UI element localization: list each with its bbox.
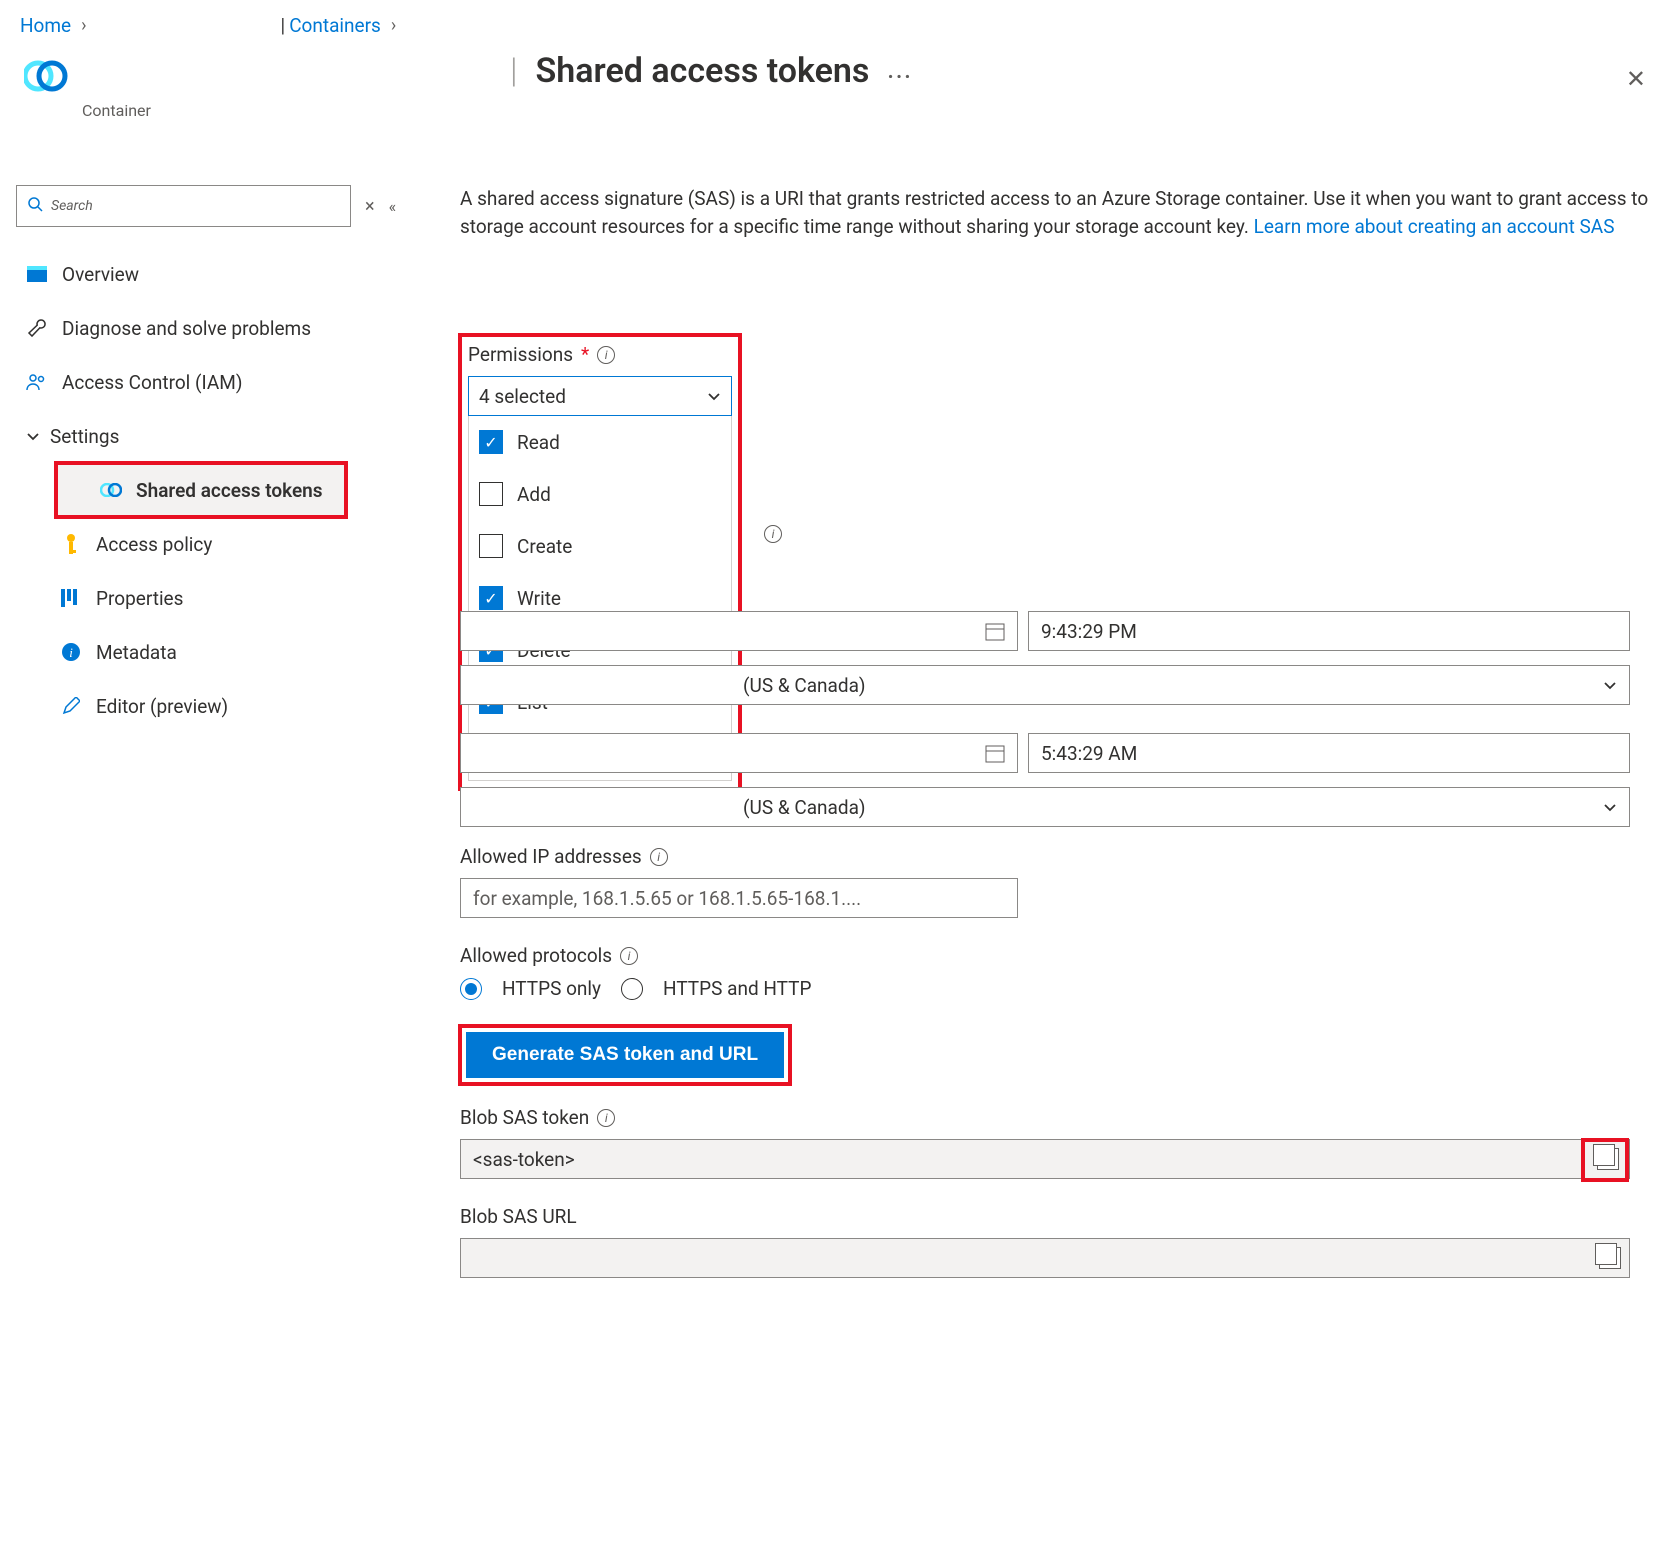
radio-https-only-label: HTTPS only — [502, 977, 601, 1000]
copy-icon[interactable] — [1597, 1148, 1619, 1170]
perm-option-read[interactable]: ✓ Read — [469, 416, 731, 468]
pencil-icon — [60, 697, 82, 715]
sas-token-output[interactable]: <sas-token> — [460, 1139, 1630, 1179]
link-icon — [100, 483, 122, 497]
container-icon — [24, 59, 68, 93]
permissions-options: ✓ Read Add Create ✓ Write — [468, 416, 732, 781]
allowed-ip-input[interactable]: for example, 168.1.5.65 or 168.1.5.65-16… — [460, 878, 1018, 918]
end-datetime-row: 5:43:29 AM — [460, 733, 1652, 773]
sidebar-item-properties[interactable]: Properties — [16, 571, 460, 625]
close-icon[interactable]: ✕ — [1626, 65, 1646, 93]
search-input[interactable]: Search — [16, 185, 351, 227]
allowed-protocols-label: Allowed protocols i — [460, 944, 1652, 967]
info-icon: i — [60, 642, 82, 662]
search-icon — [27, 196, 43, 216]
end-timezone-select[interactable]: (US & Canada) — [460, 787, 1630, 827]
required-star-icon: * — [581, 343, 589, 366]
breadcrumb-home[interactable]: Home — [20, 14, 71, 37]
info-icon[interactable]: i — [597, 1109, 615, 1127]
wrench-icon — [26, 318, 48, 338]
people-icon — [26, 373, 48, 391]
sidebar-item-metadata[interactable]: i Metadata — [16, 625, 460, 679]
info-icon[interactable]: i — [764, 525, 782, 543]
chevron-down-icon — [1603, 800, 1617, 814]
intro-text: A shared access signature (SAS) is a URI… — [460, 185, 1652, 240]
sidebar-group-settings[interactable]: Settings — [16, 409, 460, 463]
radio-https-only[interactable] — [460, 978, 482, 1000]
sidebar-item-sas[interactable]: Shared access tokens — [56, 463, 346, 517]
perm-option-create[interactable]: Create — [469, 520, 731, 572]
svg-text:i: i — [69, 645, 73, 660]
sidebar-item-label: Metadata — [96, 641, 177, 664]
page-title: | Shared access tokens ··· — [510, 51, 913, 91]
sidebar-item-diagnose[interactable]: Diagnose and solve problems — [16, 301, 460, 355]
sidebar-item-label: Diagnose and solve problems — [62, 317, 311, 340]
collapse-sidebar-icon[interactable]: « — [389, 197, 397, 216]
permissions-section: Permissions * i 4 selected ✓ Read Add — [460, 335, 740, 789]
sas-url-output[interactable] — [460, 1238, 1630, 1278]
sidebar-item-label: Shared access tokens — [136, 479, 323, 502]
page-header: Container | Shared access tokens ··· ✕ — [0, 51, 1676, 141]
breadcrumb-sep: | — [281, 14, 286, 37]
end-date-input[interactable] — [460, 733, 1018, 773]
checkbox-icon: ✓ — [479, 586, 503, 610]
copy-highlight — [1583, 1140, 1627, 1180]
info-icon[interactable]: i — [620, 947, 638, 965]
start-datetime-row: 9:43:29 PM — [460, 611, 1652, 651]
end-time-input[interactable]: 5:43:29 AM — [1028, 733, 1630, 773]
header-subtitle: Container — [82, 101, 151, 120]
allowed-ip-label: Allowed IP addresses i — [460, 845, 1652, 868]
perm-option-add[interactable]: Add — [469, 468, 731, 520]
overview-icon — [26, 266, 48, 282]
calendar-icon — [985, 743, 1005, 763]
info-icon[interactable]: i — [597, 346, 615, 364]
sidebar-item-overview[interactable]: Overview — [16, 247, 460, 301]
permissions-label: Permissions * i — [468, 343, 732, 366]
chevron-down-icon — [1603, 678, 1617, 692]
main-content: A shared access signature (SAS) is a URI… — [460, 185, 1676, 1308]
start-date-input[interactable] — [460, 611, 1018, 651]
sidebar-item-editor[interactable]: Editor (preview) — [16, 679, 460, 733]
clear-search-icon[interactable]: × — [365, 196, 375, 217]
search-placeholder: Search — [51, 198, 93, 214]
chevron-down-icon — [26, 425, 40, 448]
copy-icon[interactable] — [1599, 1247, 1621, 1269]
radio-https-and-http[interactable] — [621, 978, 643, 1000]
info-icon[interactable]: i — [650, 848, 668, 866]
sidebar-item-iam[interactable]: Access Control (IAM) — [16, 355, 460, 409]
generate-sas-button[interactable]: Generate SAS token and URL — [466, 1032, 784, 1078]
properties-icon — [60, 589, 82, 607]
sas-url-label: Blob SAS URL — [460, 1205, 1652, 1228]
more-menu-icon[interactable]: ··· — [887, 53, 912, 90]
key-icon — [60, 533, 82, 555]
sidebar-item-policy[interactable]: Access policy — [16, 517, 460, 571]
checkbox-icon: ✓ — [479, 430, 503, 454]
permissions-dropdown[interactable]: 4 selected — [468, 376, 732, 416]
sidebar: Search × « Overview Diagnose and solve p… — [0, 185, 460, 1308]
generate-button-highlight: Generate SAS token and URL — [460, 1026, 790, 1084]
permissions-selected-text: 4 selected — [479, 385, 566, 408]
chevron-right-icon: › — [81, 15, 86, 36]
sidebar-item-label: Settings — [50, 425, 119, 448]
checkbox-icon — [479, 482, 503, 506]
breadcrumb: Home › | Containers › — [0, 0, 1676, 47]
start-timezone-select[interactable]: (US & Canada) — [460, 665, 1630, 705]
calendar-icon — [985, 621, 1005, 641]
radio-https-and-http-label: HTTPS and HTTP — [663, 977, 811, 1000]
sidebar-item-label: Editor (preview) — [96, 695, 228, 718]
sidebar-item-label: Properties — [96, 587, 183, 610]
start-time-input[interactable]: 9:43:29 PM — [1028, 611, 1630, 651]
chevron-down-icon — [707, 389, 721, 403]
learn-more-link[interactable]: Learn more about creating an account SAS — [1254, 215, 1615, 238]
sas-token-label: Blob SAS token i — [460, 1106, 1652, 1129]
sidebar-item-label: Access Control (IAM) — [62, 371, 242, 394]
sidebar-item-label: Overview — [62, 263, 139, 286]
sidebar-item-label: Access policy — [96, 533, 212, 556]
chevron-right-icon: › — [391, 15, 396, 36]
checkbox-icon — [479, 534, 503, 558]
breadcrumb-containers[interactable]: Containers — [289, 14, 381, 37]
